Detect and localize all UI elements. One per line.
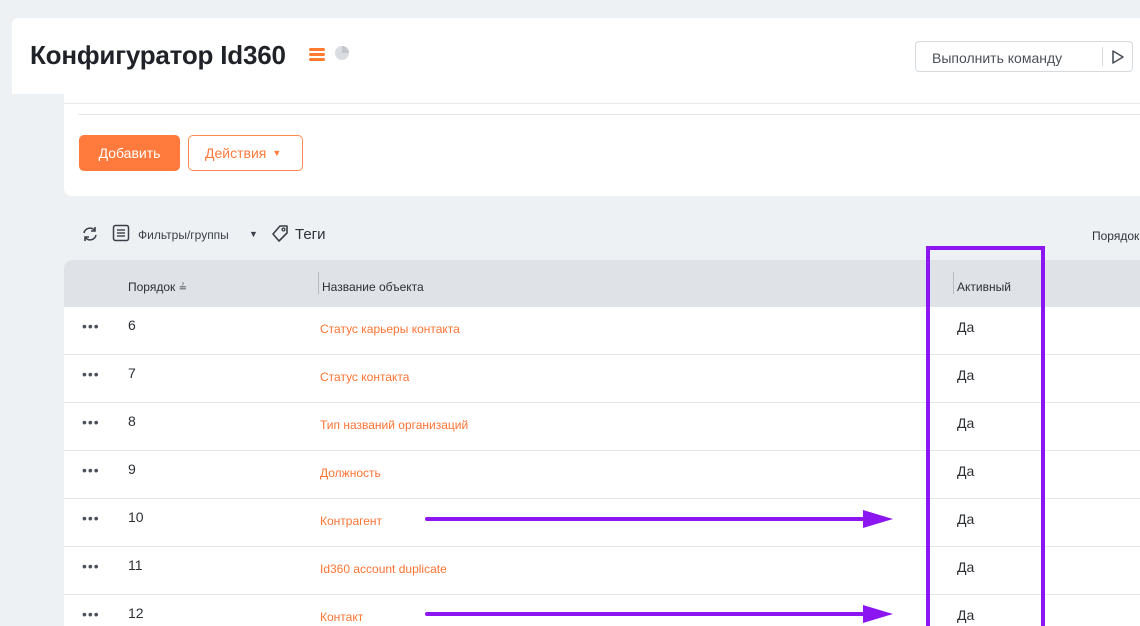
row-order: 10 (128, 509, 144, 525)
tags-button[interactable]: Теги (295, 226, 326, 243)
annotation-arrow (425, 605, 893, 623)
row-order: 7 (128, 365, 136, 381)
add-button[interactable]: Добавить (79, 135, 180, 171)
row-name-link[interactable]: Статус карьеры контакта (320, 322, 460, 336)
row-order: 6 (128, 317, 136, 333)
menu-icon[interactable] (309, 48, 325, 61)
actions-dropdown[interactable]: Действия ▼ (188, 135, 303, 171)
filters-groups-button[interactable]: Фильтры/группы (138, 228, 229, 242)
row-order: 12 (128, 605, 144, 621)
row-name-link[interactable]: Контрагент (320, 514, 382, 528)
column-header-name[interactable]: Название объекта (322, 280, 424, 294)
row-name-link[interactable]: Статус контакта (320, 370, 409, 384)
divider (64, 103, 1140, 104)
actions-label: Действия (205, 145, 267, 161)
order-sort-label[interactable]: Порядок (1092, 229, 1139, 243)
chevron-down-icon: ▼ (272, 148, 282, 158)
column-header-order[interactable]: Порядок ≟ (128, 280, 187, 294)
command-box[interactable]: Выполнить команду (915, 41, 1133, 72)
refresh-icon[interactable] (80, 224, 100, 244)
tag-icon[interactable] (270, 223, 290, 243)
row-name-link[interactable]: Id360 account duplicate (320, 562, 447, 576)
toolbar-card: Добавить Действия ▼ (64, 94, 1140, 196)
command-separator (1102, 47, 1103, 66)
page-header: Конфигуратор Id360 Выполнить команду (12, 18, 1140, 94)
row-name-link[interactable]: Контакт (320, 610, 363, 624)
row-menu-icon[interactable]: ••• (82, 558, 100, 574)
row-name-link[interactable]: Должность (320, 466, 381, 480)
divider (78, 114, 1140, 115)
filter-icon[interactable] (112, 224, 130, 242)
row-menu-icon[interactable]: ••• (82, 510, 100, 526)
row-menu-icon[interactable]: ••• (82, 318, 100, 334)
row-order: 11 (128, 557, 143, 573)
sort-icon: ≟ (178, 283, 187, 294)
chevron-down-icon[interactable]: ▼ (249, 229, 258, 239)
column-separator[interactable] (318, 272, 319, 294)
row-menu-icon[interactable]: ••• (82, 414, 100, 430)
row-menu-icon[interactable]: ••• (82, 606, 100, 622)
command-label: Выполнить команду (932, 50, 1063, 66)
pie-chart-icon[interactable] (334, 45, 350, 61)
row-order: 8 (128, 413, 136, 429)
play-icon[interactable] (1111, 49, 1125, 65)
row-name-link[interactable]: Тип названий организаций (320, 418, 468, 432)
row-menu-icon[interactable]: ••• (82, 462, 100, 478)
row-order: 9 (128, 461, 136, 477)
annotation-arrow (425, 510, 893, 528)
page: Конфигуратор Id360 Выполнить команду Доб… (0, 0, 1140, 626)
highlight-annotation-box (926, 246, 1045, 626)
row-menu-icon[interactable]: ••• (82, 366, 100, 382)
page-title: Конфигуратор Id360 (30, 40, 286, 70)
